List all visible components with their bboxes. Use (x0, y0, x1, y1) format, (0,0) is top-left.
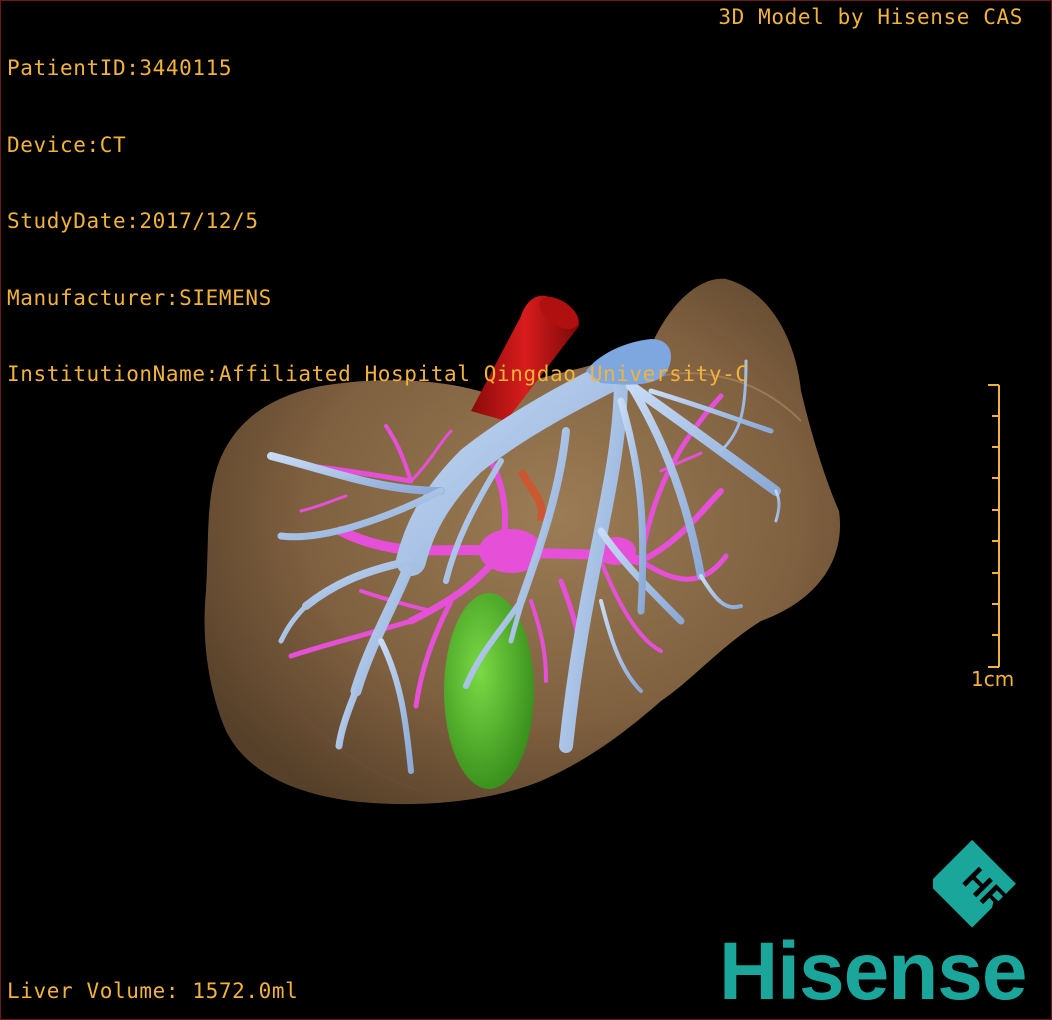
model-credit: 3D Model by Hisense CAS (718, 5, 1023, 29)
liver-volume: Liver Volume: 1572.0ml (7, 979, 299, 1003)
scale-bar-label: 1cm (971, 667, 1015, 691)
hisense-logo: Hisense (719, 926, 1028, 1017)
manufacturer: Manufacturer:SIEMENS (7, 285, 272, 310)
gallbladder (444, 593, 534, 789)
device: Device:CT (7, 132, 127, 157)
scale-bar (988, 384, 1000, 668)
institution-name: InstitutionName:Affiliated Hospital Qing… (7, 362, 749, 386)
study-info: PatientID:3440115 Device:CT StudyDate:20… (7, 5, 749, 439)
study-date: StudyDate:2017/12/5 (7, 209, 259, 233)
patient-id: PatientID:3440115 (7, 56, 233, 80)
3d-viewport[interactable]: PatientID:3440115 Device:CT StudyDate:20… (0, 0, 1052, 1020)
